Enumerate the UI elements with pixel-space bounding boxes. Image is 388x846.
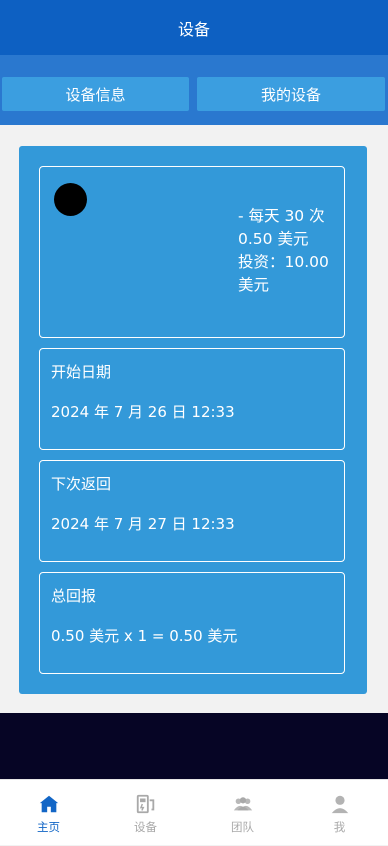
nav-team-label: 团队: [231, 820, 254, 834]
tab-my-devices[interactable]: 我的设备: [197, 77, 385, 111]
team-icon: [233, 797, 252, 811]
nav-team[interactable]: 团队: [194, 780, 291, 846]
nav-home[interactable]: 主页: [0, 780, 97, 846]
tab-device-info[interactable]: 设备信息: [2, 77, 189, 111]
device-image: [54, 183, 87, 216]
total-return-card: 总回报 0.50 美元 x 1 = 0.50 美元: [39, 572, 345, 674]
start-date-card: 开始日期 2024 年 7 月 26 日 12:33: [39, 348, 345, 450]
footer-strip: [0, 713, 388, 779]
device-investment-unit: 美元: [238, 276, 270, 294]
home-icon: [39, 795, 58, 813]
user-icon: [331, 795, 348, 814]
device-summary-card: - 每天 30 次 0.50 美元 投资：10.00 美元: [39, 166, 345, 338]
nav-device[interactable]: 设备: [97, 780, 194, 846]
bottom-nav: 主页 设备 团队 我: [0, 779, 388, 845]
next-return-value: 2024 年 7 月 27 日 12:33: [51, 515, 235, 533]
device-frequency: - 每天 30 次: [238, 207, 325, 225]
start-date-label: 开始日期: [51, 363, 112, 381]
device-panel: - 每天 30 次 0.50 美元 投资：10.00 美元 开始日期 2024 …: [19, 146, 367, 694]
device-description: - 每天 30 次 0.50 美元 投资：10.00 美元: [238, 205, 338, 297]
nav-me-label: 我: [333, 820, 346, 834]
next-return-card: 下次返回 2024 年 7 月 27 日 12:33: [39, 460, 345, 562]
start-date-value: 2024 年 7 月 26 日 12:33: [51, 403, 235, 421]
device-investment: 投资：10.00: [238, 253, 329, 271]
nav-device-label: 设备: [134, 820, 157, 834]
total-return-value: 0.50 美元 x 1 = 0.50 美元: [51, 627, 238, 645]
tab-my-devices-label: 我的设备: [260, 85, 321, 104]
tab-bar: 设备信息 我的设备: [0, 55, 388, 125]
page-header: 设备: [0, 0, 388, 55]
nav-home-label: 主页: [37, 820, 60, 834]
tab-device-info-label: 设备信息: [65, 85, 126, 104]
device-rate: 0.50 美元: [238, 230, 309, 248]
next-return-label: 下次返回: [51, 475, 112, 493]
device-icon: [136, 794, 154, 814]
page-title: 设备: [177, 19, 210, 39]
nav-me[interactable]: 我: [291, 780, 388, 846]
total-return-label: 总回报: [51, 587, 97, 605]
